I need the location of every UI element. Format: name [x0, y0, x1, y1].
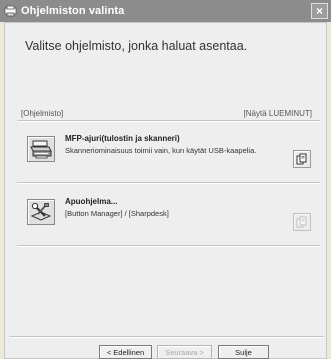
- mfp-driver-title: MFP-ajuri(tulostin ja skanneri): [65, 134, 180, 143]
- install-mfp-driver-button[interactable]: [27, 136, 55, 162]
- view-readme-utilities-button[interactable]: [293, 213, 311, 231]
- title-bar[interactable]: Ohjelmiston valinta ×: [0, 0, 331, 22]
- window-bottom-edge: [0, 359, 331, 363]
- app-icon: [4, 5, 17, 18]
- software-column-header: [Ohjelmisto]: [21, 109, 64, 118]
- item-divider: [17, 245, 320, 247]
- document-icon: [296, 153, 307, 165]
- document-icon: [296, 216, 307, 228]
- view-readme-mfp-button[interactable]: [293, 150, 311, 168]
- next-button[interactable]: Seuraava >: [157, 345, 212, 359]
- back-button[interactable]: < Edellinen: [99, 345, 152, 359]
- header-divider: [17, 120, 320, 122]
- page-heading: Valitse ohjelmisto, jonka haluat asentaa…: [25, 39, 248, 53]
- close-icon: ×: [315, 4, 323, 18]
- window-title: Ohjelmiston valinta: [21, 5, 125, 17]
- installer-window: Ohjelmiston valinta × Valitse ohjelmisto…: [0, 0, 331, 363]
- footer-divider: [9, 336, 324, 338]
- utilities-description: [Button Manager] / [Sharpdesk]: [65, 209, 169, 218]
- software-item-mfp-driver: MFP-ajuri(tulostin ja skanneri) Skanneri…: [19, 126, 315, 178]
- show-readme-column-header: [Näytä LUEMINUT]: [243, 109, 312, 118]
- printer-scanner-icon: [30, 140, 52, 159]
- software-item-utilities: Apuohjelma... [Button Manager] / [Sharpd…: [19, 189, 315, 241]
- close-button[interactable]: Sulje: [218, 345, 269, 359]
- install-utilities-button[interactable]: [27, 199, 55, 225]
- content-panel: Valitse ohjelmisto, jonka haluat asentaa…: [4, 22, 327, 359]
- item-divider: [17, 182, 320, 184]
- utility-tools-icon: [30, 202, 52, 221]
- utilities-title: Apuohjelma...: [65, 197, 118, 206]
- mfp-driver-description: Skanneriominaisuus toimii vain, kun käyt…: [65, 146, 257, 155]
- close-window-button[interactable]: ×: [311, 3, 328, 19]
